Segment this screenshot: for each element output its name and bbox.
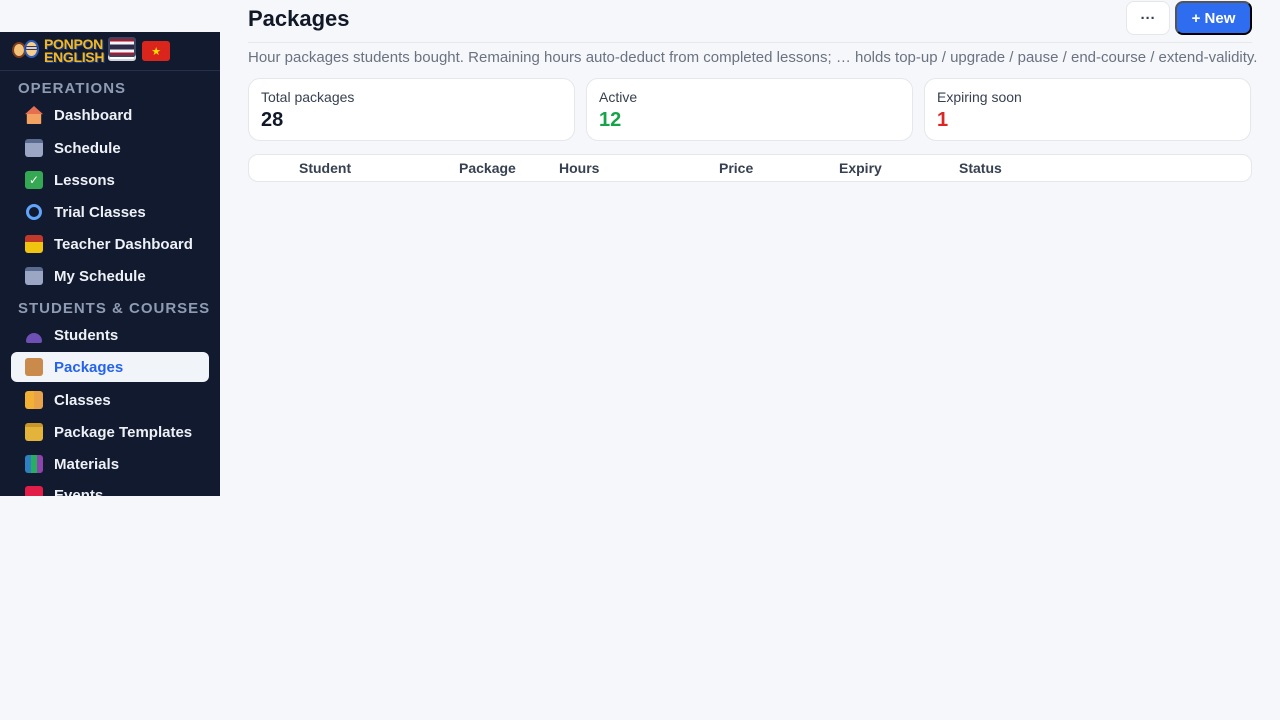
header-divider [248,42,1252,43]
vn-flag-icon[interactable]: ★ [142,41,171,61]
section-operations: OPERATIONS [18,80,127,97]
sidebar-item-dashboard[interactable]: Dashboard [11,100,209,130]
column-header-price[interactable]: Price [719,160,753,176]
language-switcher: ★ [108,37,171,61]
check-icon: ✓ [25,171,43,189]
sidebar-item-lessons[interactable]: ✓ Lessons [11,165,209,195]
stat-value: 28 [261,109,284,131]
sidebar-item-package-templates[interactable]: Package Templates [11,417,209,447]
column-header-status[interactable]: Status [959,160,1002,176]
sidebar-item-teacher-dashboard[interactable]: Teacher Dashboard [11,229,209,259]
brand-row: PONPON ENGLISH ★ [0,32,220,71]
event-icon [25,486,43,496]
stat-value: 12 [599,109,622,131]
section-students-courses: STUDENTS & COURSES [18,300,211,317]
books-icon [25,455,43,473]
ponpon-logo[interactable]: PONPON ENGLISH [11,37,105,65]
mascot-icon [11,38,41,64]
packages-table-header: Student Package Hours Price Expiry Statu… [248,154,1252,182]
page-description: Hour packages students bought. Remaining… [248,49,1258,66]
calendar-icon [25,139,43,157]
new-package-button[interactable]: + New [1175,1,1252,35]
sidebar-item-packages[interactable]: Packages [11,352,209,382]
more-options-button[interactable]: ··· [1126,1,1170,35]
stat-card-total: Total packages 28 [248,78,575,141]
users-icon [25,326,43,344]
column-header-package[interactable]: Package [459,160,516,176]
sidebar-item-my-schedule[interactable]: My Schedule [11,261,209,291]
stat-label: Active [599,89,638,105]
sidebar-item-materials[interactable]: Materials [11,449,209,479]
folder-icon [25,423,43,441]
column-header-expiry[interactable]: Expiry [839,160,882,176]
stat-label: Total packages [261,89,355,105]
calendar-icon [25,267,43,285]
package-icon [25,358,43,376]
sidebar-item-events[interactable]: Events [11,480,209,496]
stat-value: 1 [937,109,949,131]
house-icon [25,106,43,124]
class-icon [25,391,43,409]
sidebar-item-classes[interactable]: Classes [11,385,209,415]
stat-label: Expiring soon [937,89,1022,105]
page-title: Packages [248,6,350,31]
stat-card-active: Active 12 [586,78,913,141]
teacher-icon [25,235,43,253]
th-flag-icon[interactable] [108,37,137,57]
sidebar-item-schedule[interactable]: Schedule [11,133,209,163]
logo-line2: ENGLISH [44,49,105,65]
sidebar-item-trial-classes[interactable]: Trial Classes [11,197,209,227]
sidebar: PONPON ENGLISH ★ OPERATIONS Dashboard Sc… [0,32,220,496]
magnifier-icon [25,203,43,221]
column-header-student[interactable]: Student [299,160,351,176]
sidebar-item-students[interactable]: Students [11,320,209,350]
column-header-hours[interactable]: Hours [559,160,599,176]
stat-card-expiring: Expiring soon 1 [924,78,1251,141]
